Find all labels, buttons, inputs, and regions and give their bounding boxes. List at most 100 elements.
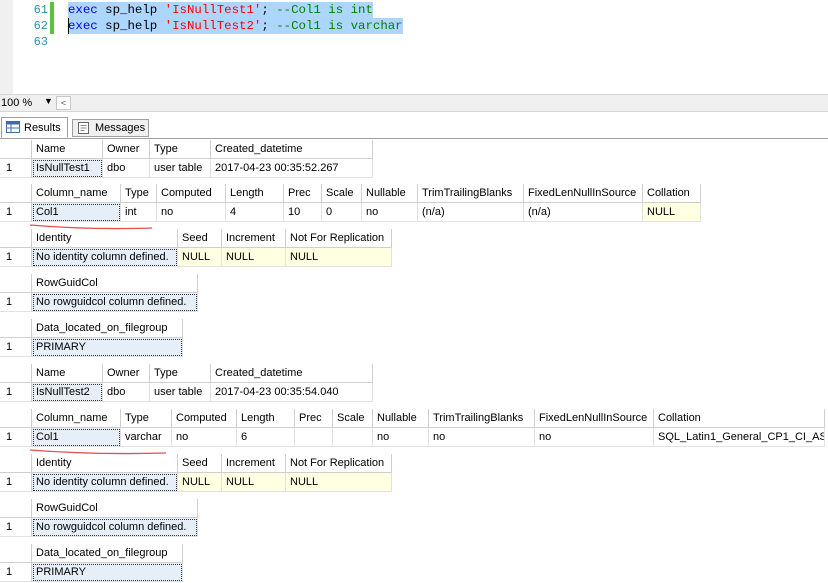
column-header[interactable]: Owner bbox=[103, 140, 150, 159]
tab-results[interactable]: Results bbox=[1, 117, 68, 138]
grid-cell[interactable]: No rowguidcol column defined. bbox=[32, 518, 198, 537]
grid-cell[interactable] bbox=[333, 428, 373, 447]
column-header[interactable]: Created_datetime bbox=[211, 140, 373, 159]
row-number[interactable]: 1 bbox=[0, 563, 32, 582]
column-header[interactable]: RowGuidCol bbox=[32, 274, 198, 293]
grid-cell[interactable]: PRIMARY bbox=[32, 338, 183, 357]
column-header[interactable]: Column_name bbox=[32, 184, 121, 203]
grid-cell[interactable]: user table bbox=[150, 159, 211, 178]
grid-cell[interactable]: No rowguidcol column defined. bbox=[32, 293, 198, 312]
column-header[interactable]: Increment bbox=[222, 229, 286, 248]
column-header[interactable]: TrimTrailingBlanks bbox=[418, 184, 524, 203]
row-number[interactable]: 1 bbox=[0, 338, 32, 357]
column-header[interactable]: TrimTrailingBlanks bbox=[429, 409, 535, 428]
column-header[interactable]: Type bbox=[150, 364, 211, 383]
grid-cell[interactable]: NULL bbox=[178, 473, 222, 492]
column-header[interactable]: Length bbox=[237, 409, 295, 428]
column-header[interactable]: Data_located_on_filegroup bbox=[32, 544, 183, 563]
column-header[interactable]: Seed bbox=[178, 454, 222, 473]
grid-cell[interactable]: NULL bbox=[286, 473, 392, 492]
column-header[interactable]: Identity bbox=[32, 229, 178, 248]
grid-cell[interactable]: SQL_Latin1_General_CP1_CI_AS bbox=[654, 428, 825, 447]
column-header[interactable]: RowGuidCol bbox=[32, 499, 198, 518]
grid-corner[interactable] bbox=[0, 184, 32, 203]
grid-cell[interactable]: no bbox=[172, 428, 237, 447]
row-number[interactable]: 1 bbox=[0, 248, 32, 267]
grid-cell[interactable]: NULL bbox=[178, 248, 222, 267]
column-header[interactable]: Type bbox=[121, 184, 157, 203]
grid-cell[interactable]: no bbox=[362, 203, 418, 222]
grid-cell[interactable] bbox=[295, 428, 333, 447]
grid-cell[interactable]: varchar bbox=[121, 428, 172, 447]
column-header[interactable]: Length bbox=[226, 184, 284, 203]
grid-cell[interactable]: user table bbox=[150, 383, 211, 402]
grid-corner[interactable] bbox=[0, 544, 32, 563]
grid-cell[interactable]: NULL bbox=[222, 248, 286, 267]
column-header[interactable]: Seed bbox=[178, 229, 222, 248]
column-header[interactable]: Name bbox=[32, 364, 103, 383]
column-header[interactable]: Collation bbox=[654, 409, 825, 428]
row-number[interactable]: 1 bbox=[0, 383, 32, 402]
column-header[interactable]: FixedLenNullInSource bbox=[535, 409, 654, 428]
grid-cell[interactable]: NULL bbox=[286, 248, 392, 267]
column-header[interactable]: Column_name bbox=[32, 409, 121, 428]
scroll-left-button[interactable]: < bbox=[56, 96, 71, 110]
column-header[interactable]: Computed bbox=[157, 184, 226, 203]
grid-corner[interactable] bbox=[0, 409, 32, 428]
chevron-down-icon[interactable]: ▼ bbox=[44, 96, 53, 106]
column-header[interactable]: Not For Replication bbox=[286, 454, 392, 473]
grid-corner[interactable] bbox=[0, 140, 32, 159]
code-line-62[interactable]: exec sp_help 'IsNullTest2'; --Col1 is va… bbox=[68, 18, 403, 34]
column-header[interactable]: Prec bbox=[284, 184, 322, 203]
sql-editor[interactable]: 61 62 63 exec sp_help 'IsNullTest1'; --C… bbox=[0, 0, 828, 94]
column-header[interactable]: Not For Replication bbox=[286, 229, 392, 248]
column-header[interactable]: Scale bbox=[333, 409, 373, 428]
grid-corner[interactable] bbox=[0, 364, 32, 383]
grid-cell[interactable]: IsNullTest1 bbox=[32, 159, 103, 178]
column-header[interactable]: Nullable bbox=[362, 184, 418, 203]
grid-cell[interactable]: (n/a) bbox=[418, 203, 524, 222]
grid-cell[interactable]: int bbox=[121, 203, 157, 222]
grid-cell[interactable]: NULL bbox=[643, 203, 701, 222]
row-number[interactable]: 1 bbox=[0, 473, 32, 492]
column-header[interactable]: Computed bbox=[172, 409, 237, 428]
grid-cell[interactable]: dbo bbox=[103, 383, 150, 402]
grid-cell[interactable]: 6 bbox=[237, 428, 295, 447]
column-header[interactable]: Owner bbox=[103, 364, 150, 383]
column-header[interactable]: Collation bbox=[643, 184, 701, 203]
column-header[interactable]: Nullable bbox=[373, 409, 429, 428]
column-header[interactable]: Type bbox=[121, 409, 172, 428]
column-header[interactable]: Type bbox=[150, 140, 211, 159]
grid-cell[interactable]: 2017-04-23 00:35:52.267 bbox=[211, 159, 373, 178]
column-header[interactable]: Prec bbox=[295, 409, 333, 428]
grid-cell[interactable]: PRIMARY bbox=[32, 563, 183, 582]
grid-cell[interactable]: No identity column defined. bbox=[32, 473, 178, 492]
grid-cell[interactable]: NULL bbox=[222, 473, 286, 492]
grid-cell[interactable]: no bbox=[157, 203, 226, 222]
grid-cell[interactable]: 0 bbox=[322, 203, 362, 222]
grid-cell[interactable]: dbo bbox=[103, 159, 150, 178]
column-header[interactable]: Data_located_on_filegroup bbox=[32, 319, 183, 338]
grid-cell[interactable]: 2017-04-23 00:35:54.040 bbox=[211, 383, 373, 402]
code-line-61[interactable]: exec sp_help 'IsNullTest1'; --Col1 is in… bbox=[68, 2, 373, 18]
tab-messages[interactable]: Messages bbox=[72, 119, 149, 137]
column-header[interactable]: Increment bbox=[222, 454, 286, 473]
grid-cell[interactable]: no bbox=[535, 428, 654, 447]
row-number[interactable]: 1 bbox=[0, 428, 32, 447]
row-number[interactable]: 1 bbox=[0, 518, 32, 537]
column-header[interactable]: FixedLenNullInSource bbox=[524, 184, 643, 203]
grid-corner[interactable] bbox=[0, 319, 32, 338]
grid-cell[interactable]: Col1 bbox=[32, 428, 121, 447]
grid-cell[interactable]: no bbox=[429, 428, 535, 447]
grid-corner[interactable] bbox=[0, 229, 32, 248]
grid-cell[interactable]: IsNullTest2 bbox=[32, 383, 103, 402]
row-number[interactable]: 1 bbox=[0, 159, 32, 178]
grid-cell[interactable]: 4 bbox=[226, 203, 284, 222]
grid-cell[interactable]: no bbox=[373, 428, 429, 447]
row-number[interactable]: 1 bbox=[0, 293, 32, 312]
grid-corner[interactable] bbox=[0, 454, 32, 473]
row-number[interactable]: 1 bbox=[0, 203, 32, 222]
column-header[interactable]: Scale bbox=[322, 184, 362, 203]
grid-cell[interactable]: Col1 bbox=[32, 203, 121, 222]
grid-cell[interactable]: 10 bbox=[284, 203, 322, 222]
